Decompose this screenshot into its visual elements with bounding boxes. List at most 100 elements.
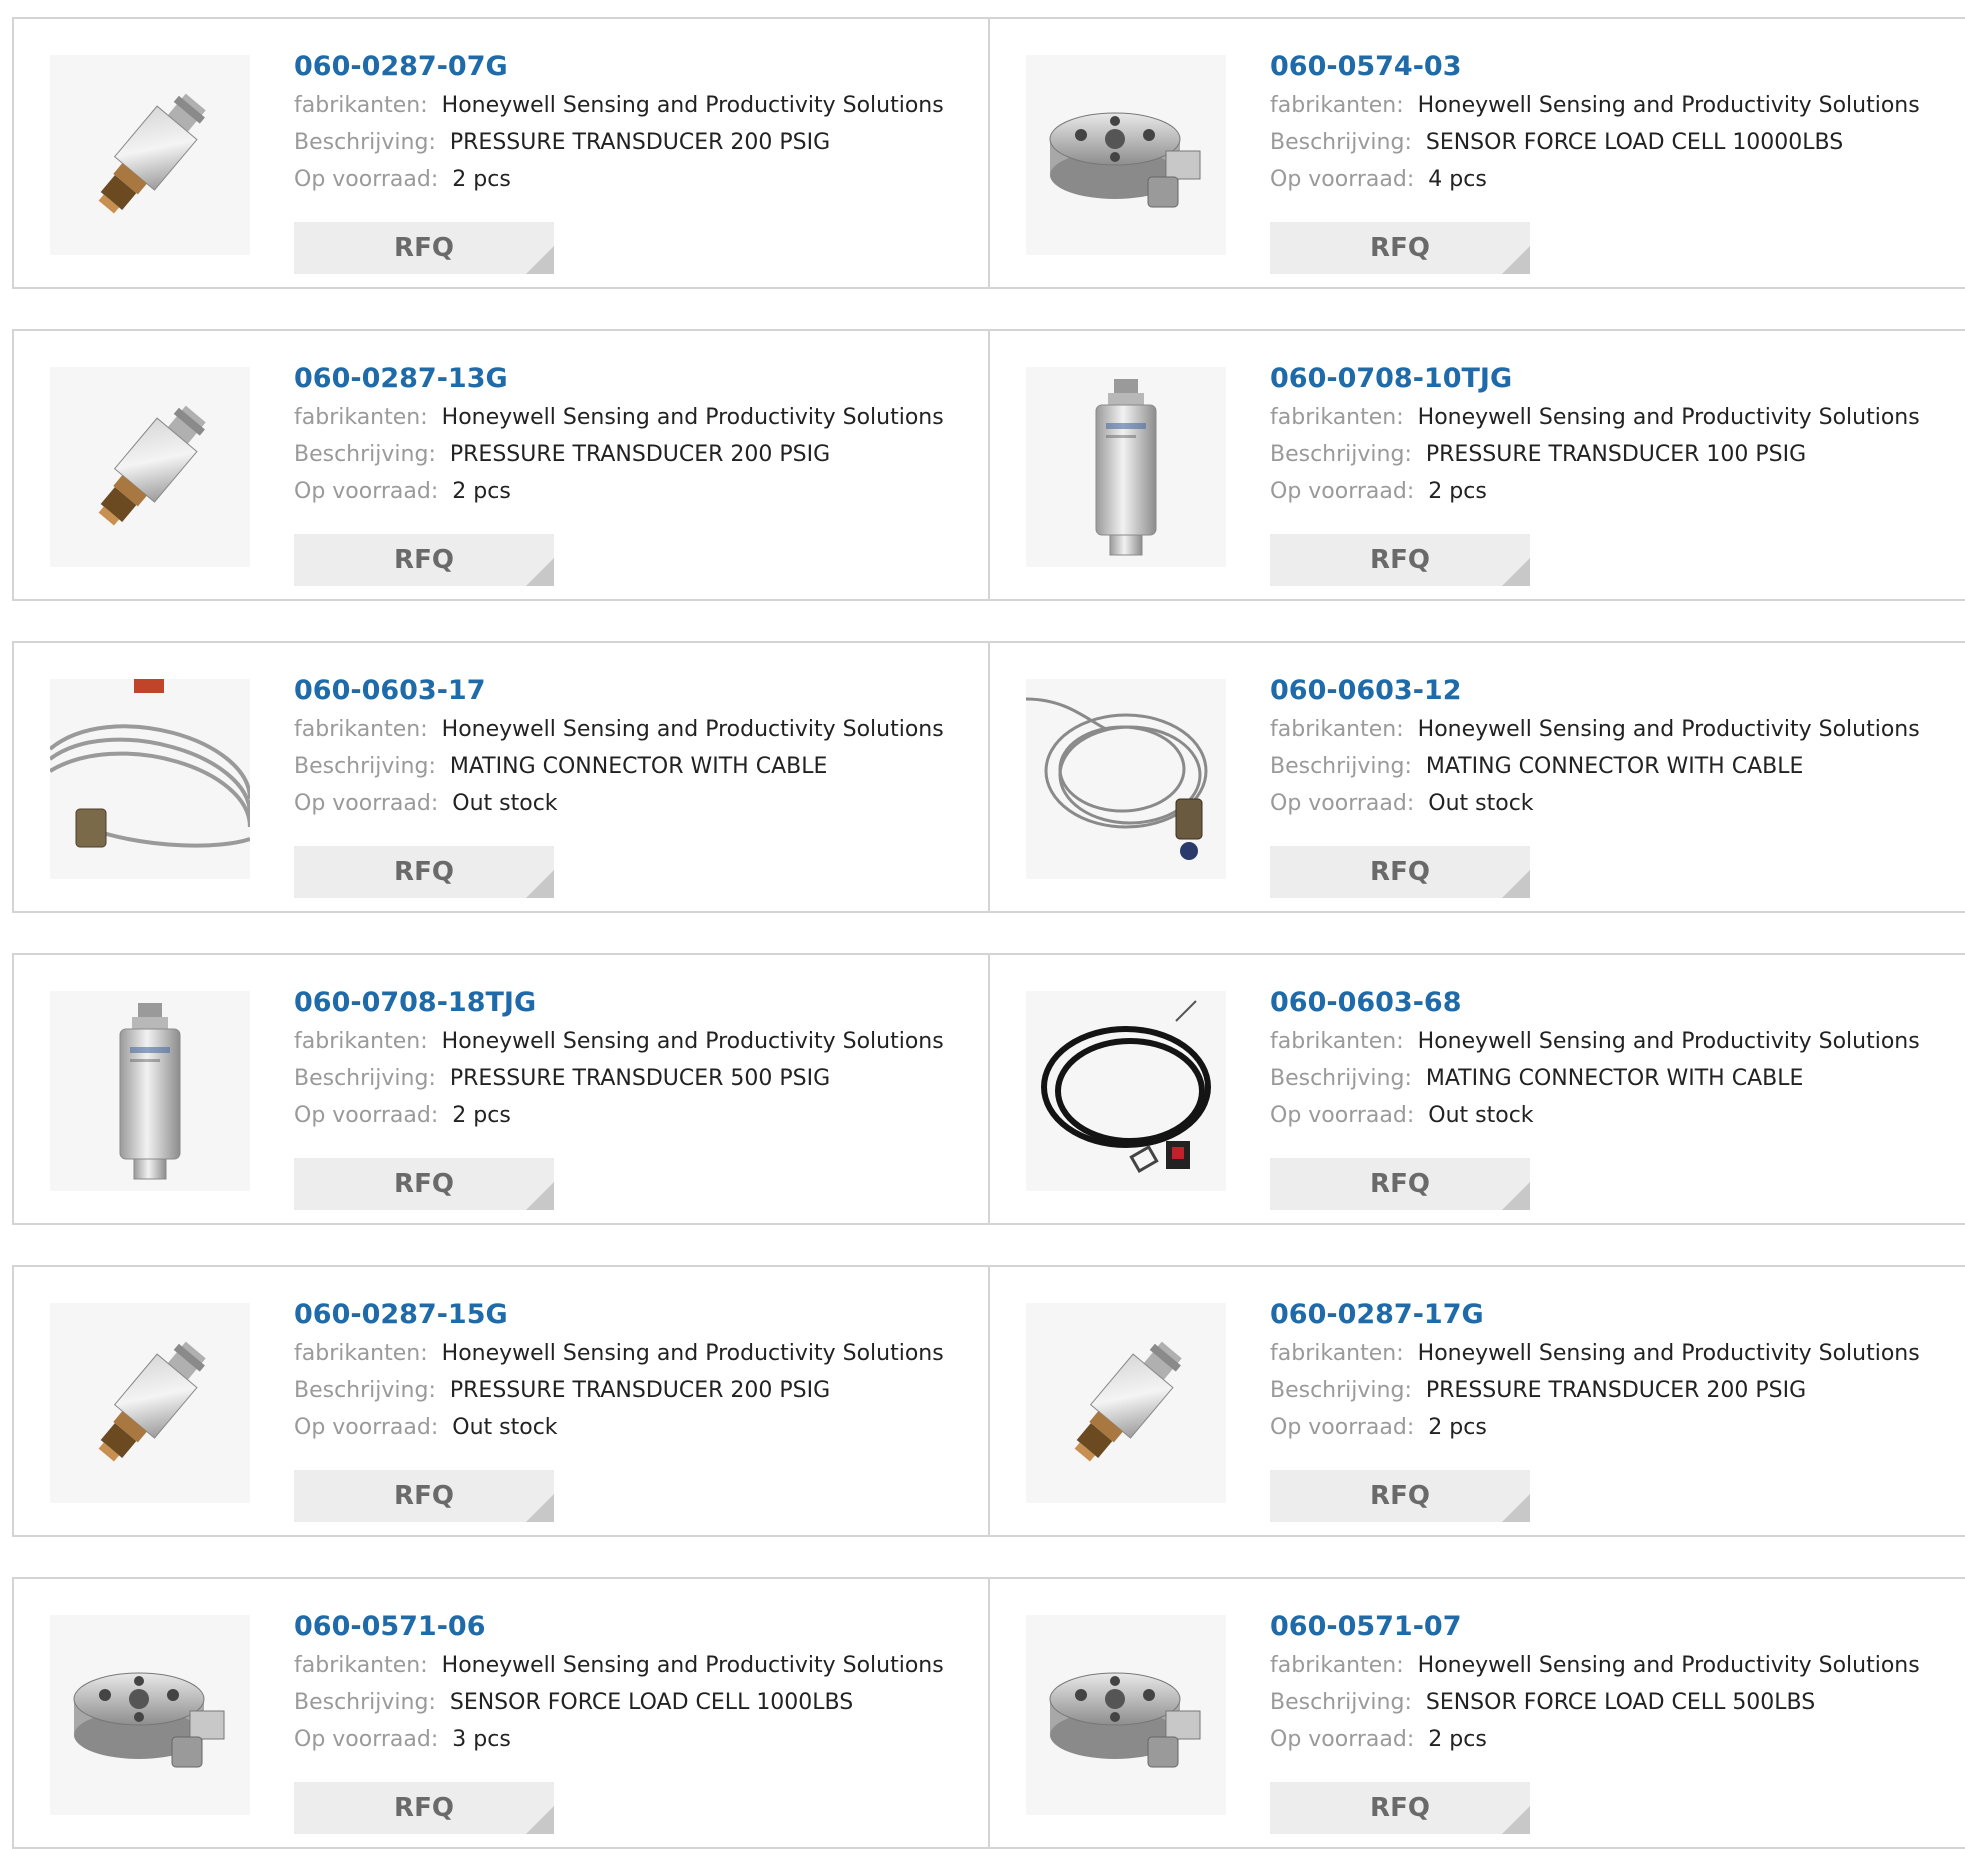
description-value: PRESSURE TRANSDUCER 200 PSIG <box>449 442 831 467</box>
manufacturer-line: fabrikanten: Honeywell Sensing and Produc… <box>294 1335 988 1372</box>
product-card: 060-0603-12 fabrikanten: Honeywell Sensin… <box>989 643 1965 911</box>
rfq-button[interactable]: RFQ <box>1270 1158 1530 1210</box>
part-number-link[interactable]: 060-0287-15G <box>294 1295 988 1335</box>
stock-value: Out stock <box>452 1415 558 1440</box>
rfq-button[interactable]: RFQ <box>294 1782 554 1834</box>
part-number-link[interactable]: 060-0603-17 <box>294 671 988 711</box>
product-row: 060-0603-17 fabrikanten: Honeywell Sensin… <box>12 641 1965 913</box>
product-image[interactable] <box>50 1615 250 1815</box>
product-image[interactable] <box>1026 1303 1226 1503</box>
stock-line: Op voorraad: 3 pcs <box>294 1721 988 1758</box>
stock-label: Op voorraad: <box>294 1103 439 1128</box>
corner-fold-icon <box>1502 1182 1530 1210</box>
rfq-button[interactable]: RFQ <box>1270 846 1530 898</box>
product-image[interactable] <box>50 991 250 1191</box>
rfq-button[interactable]: RFQ <box>1270 1782 1530 1834</box>
manufacturer-value: Honeywell Sensing and Productivity Solut… <box>1417 1653 1920 1678</box>
rfq-button[interactable]: RFQ <box>294 846 554 898</box>
stock-line: Op voorraad: 2 pcs <box>294 473 988 510</box>
manufacturer-value: Honeywell Sensing and Productivity Solut… <box>441 93 944 118</box>
product-image[interactable] <box>50 1303 250 1503</box>
corner-fold-icon <box>1502 246 1530 274</box>
stock-label: Op voorraad: <box>1270 791 1415 816</box>
part-number-link[interactable]: 060-0603-12 <box>1270 671 1965 711</box>
description-label: Beschrijving: <box>1270 1378 1412 1403</box>
rfq-button-label: RFQ <box>1370 1793 1430 1823</box>
product-row: 060-0287-07G fabrikanten: Honeywell Sensi… <box>12 17 1965 289</box>
stock-label: Op voorraad: <box>1270 1103 1415 1128</box>
product-image[interactable] <box>1026 367 1226 567</box>
stock-line: Op voorraad: Out stock <box>1270 785 1965 822</box>
description-line: Beschrijving: PRESSURE TRANSDUCER 200 PSI… <box>1270 1372 1965 1409</box>
rfq-button[interactable]: RFQ <box>1270 534 1530 586</box>
rfq-button-label: RFQ <box>394 1793 454 1823</box>
product-image[interactable] <box>1026 1615 1226 1815</box>
rfq-button-label: RFQ <box>1370 545 1430 575</box>
rfq-button-label: RFQ <box>394 857 454 887</box>
product-image[interactable] <box>50 679 250 879</box>
product-card: 060-0603-68 fabrikanten: Honeywell Sensin… <box>989 955 1965 1223</box>
description-line: Beschrijving: MATING CONNECTOR WITH CABLE <box>1270 748 1965 785</box>
product-image[interactable] <box>1026 679 1226 879</box>
product-image[interactable] <box>50 55 250 255</box>
rfq-button[interactable]: RFQ <box>294 1158 554 1210</box>
part-number-link[interactable]: 060-0287-13G <box>294 359 988 399</box>
product-card: 060-0287-07G fabrikanten: Honeywell Sensi… <box>12 19 989 287</box>
manufacturer-label: fabrikanten: <box>294 93 428 118</box>
rfq-button[interactable]: RFQ <box>294 1470 554 1522</box>
part-number-link[interactable]: 060-0708-18TJG <box>294 983 988 1023</box>
manufacturer-label: fabrikanten: <box>1270 1029 1404 1054</box>
product-card: 060-0287-17G fabrikanten: Honeywell Sensi… <box>989 1267 1965 1535</box>
part-number-link[interactable]: 060-0574-03 <box>1270 47 1965 87</box>
manufacturer-value: Honeywell Sensing and Productivity Solut… <box>441 717 944 742</box>
product-row: 060-0287-15G fabrikanten: Honeywell Sensi… <box>12 1265 1965 1537</box>
description-label: Beschrijving: <box>294 1066 436 1091</box>
rfq-button[interactable]: RFQ <box>1270 222 1530 274</box>
description-value: MATING CONNECTOR WITH CABLE <box>449 754 828 779</box>
part-number-link[interactable]: 060-0571-07 <box>1270 1607 1965 1647</box>
product-image[interactable] <box>50 367 250 567</box>
stock-value: 2 pcs <box>1428 1415 1487 1440</box>
product-info: 060-0287-07G fabrikanten: Honeywell Sensi… <box>294 47 988 198</box>
stock-value: 2 pcs <box>452 1103 511 1128</box>
corner-fold-icon <box>526 870 554 898</box>
stock-label: Op voorraad: <box>1270 1415 1415 1440</box>
description-label: Beschrijving: <box>1270 754 1412 779</box>
manufacturer-label: fabrikanten: <box>1270 1341 1404 1366</box>
product-info: 060-0287-13G fabrikanten: Honeywell Sensi… <box>294 359 988 510</box>
manufacturer-value: Honeywell Sensing and Productivity Solut… <box>1417 717 1920 742</box>
part-number-link[interactable]: 060-0287-07G <box>294 47 988 87</box>
corner-fold-icon <box>1502 1494 1530 1522</box>
part-number-link[interactable]: 060-0571-06 <box>294 1607 988 1647</box>
part-number-link[interactable]: 060-0603-68 <box>1270 983 1965 1023</box>
stock-line: Op voorraad: 2 pcs <box>1270 1721 1965 1758</box>
stock-label: Op voorraad: <box>294 791 439 816</box>
description-line: Beschrijving: PRESSURE TRANSDUCER 200 PSI… <box>294 436 988 473</box>
manufacturer-label: fabrikanten: <box>1270 93 1404 118</box>
rfq-button[interactable]: RFQ <box>1270 1470 1530 1522</box>
description-value: SENSOR FORCE LOAD CELL 500LBS <box>1425 1690 1816 1715</box>
part-number-link[interactable]: 060-0287-17G <box>1270 1295 1965 1335</box>
stock-line: Op voorraad: 4 pcs <box>1270 161 1965 198</box>
stock-value: Out stock <box>1428 1103 1534 1128</box>
manufacturer-label: fabrikanten: <box>1270 717 1404 742</box>
stock-value: 4 pcs <box>1428 167 1487 192</box>
description-value: PRESSURE TRANSDUCER 100 PSIG <box>1425 442 1807 467</box>
description-label: Beschrijving: <box>1270 442 1412 467</box>
rfq-button[interactable]: RFQ <box>294 222 554 274</box>
manufacturer-value: Honeywell Sensing and Productivity Solut… <box>441 1341 944 1366</box>
stock-line: Op voorraad: 2 pcs <box>1270 473 1965 510</box>
product-info: 060-0603-68 fabrikanten: Honeywell Sensin… <box>1270 983 1965 1134</box>
corner-fold-icon <box>526 1494 554 1522</box>
product-image[interactable] <box>1026 55 1226 255</box>
part-number-link[interactable]: 060-0708-10TJG <box>1270 359 1965 399</box>
stock-value: Out stock <box>1428 791 1534 816</box>
product-info: 060-0708-10TJG fabrikanten: Honeywell Sen… <box>1270 359 1965 510</box>
rfq-button-label: RFQ <box>394 545 454 575</box>
product-image[interactable] <box>1026 991 1226 1191</box>
manufacturer-label: fabrikanten: <box>294 1341 428 1366</box>
stock-value: 2 pcs <box>452 479 511 504</box>
description-line: Beschrijving: SENSOR FORCE LOAD CELL 1000… <box>1270 124 1965 161</box>
stock-value: 2 pcs <box>452 167 511 192</box>
rfq-button[interactable]: RFQ <box>294 534 554 586</box>
